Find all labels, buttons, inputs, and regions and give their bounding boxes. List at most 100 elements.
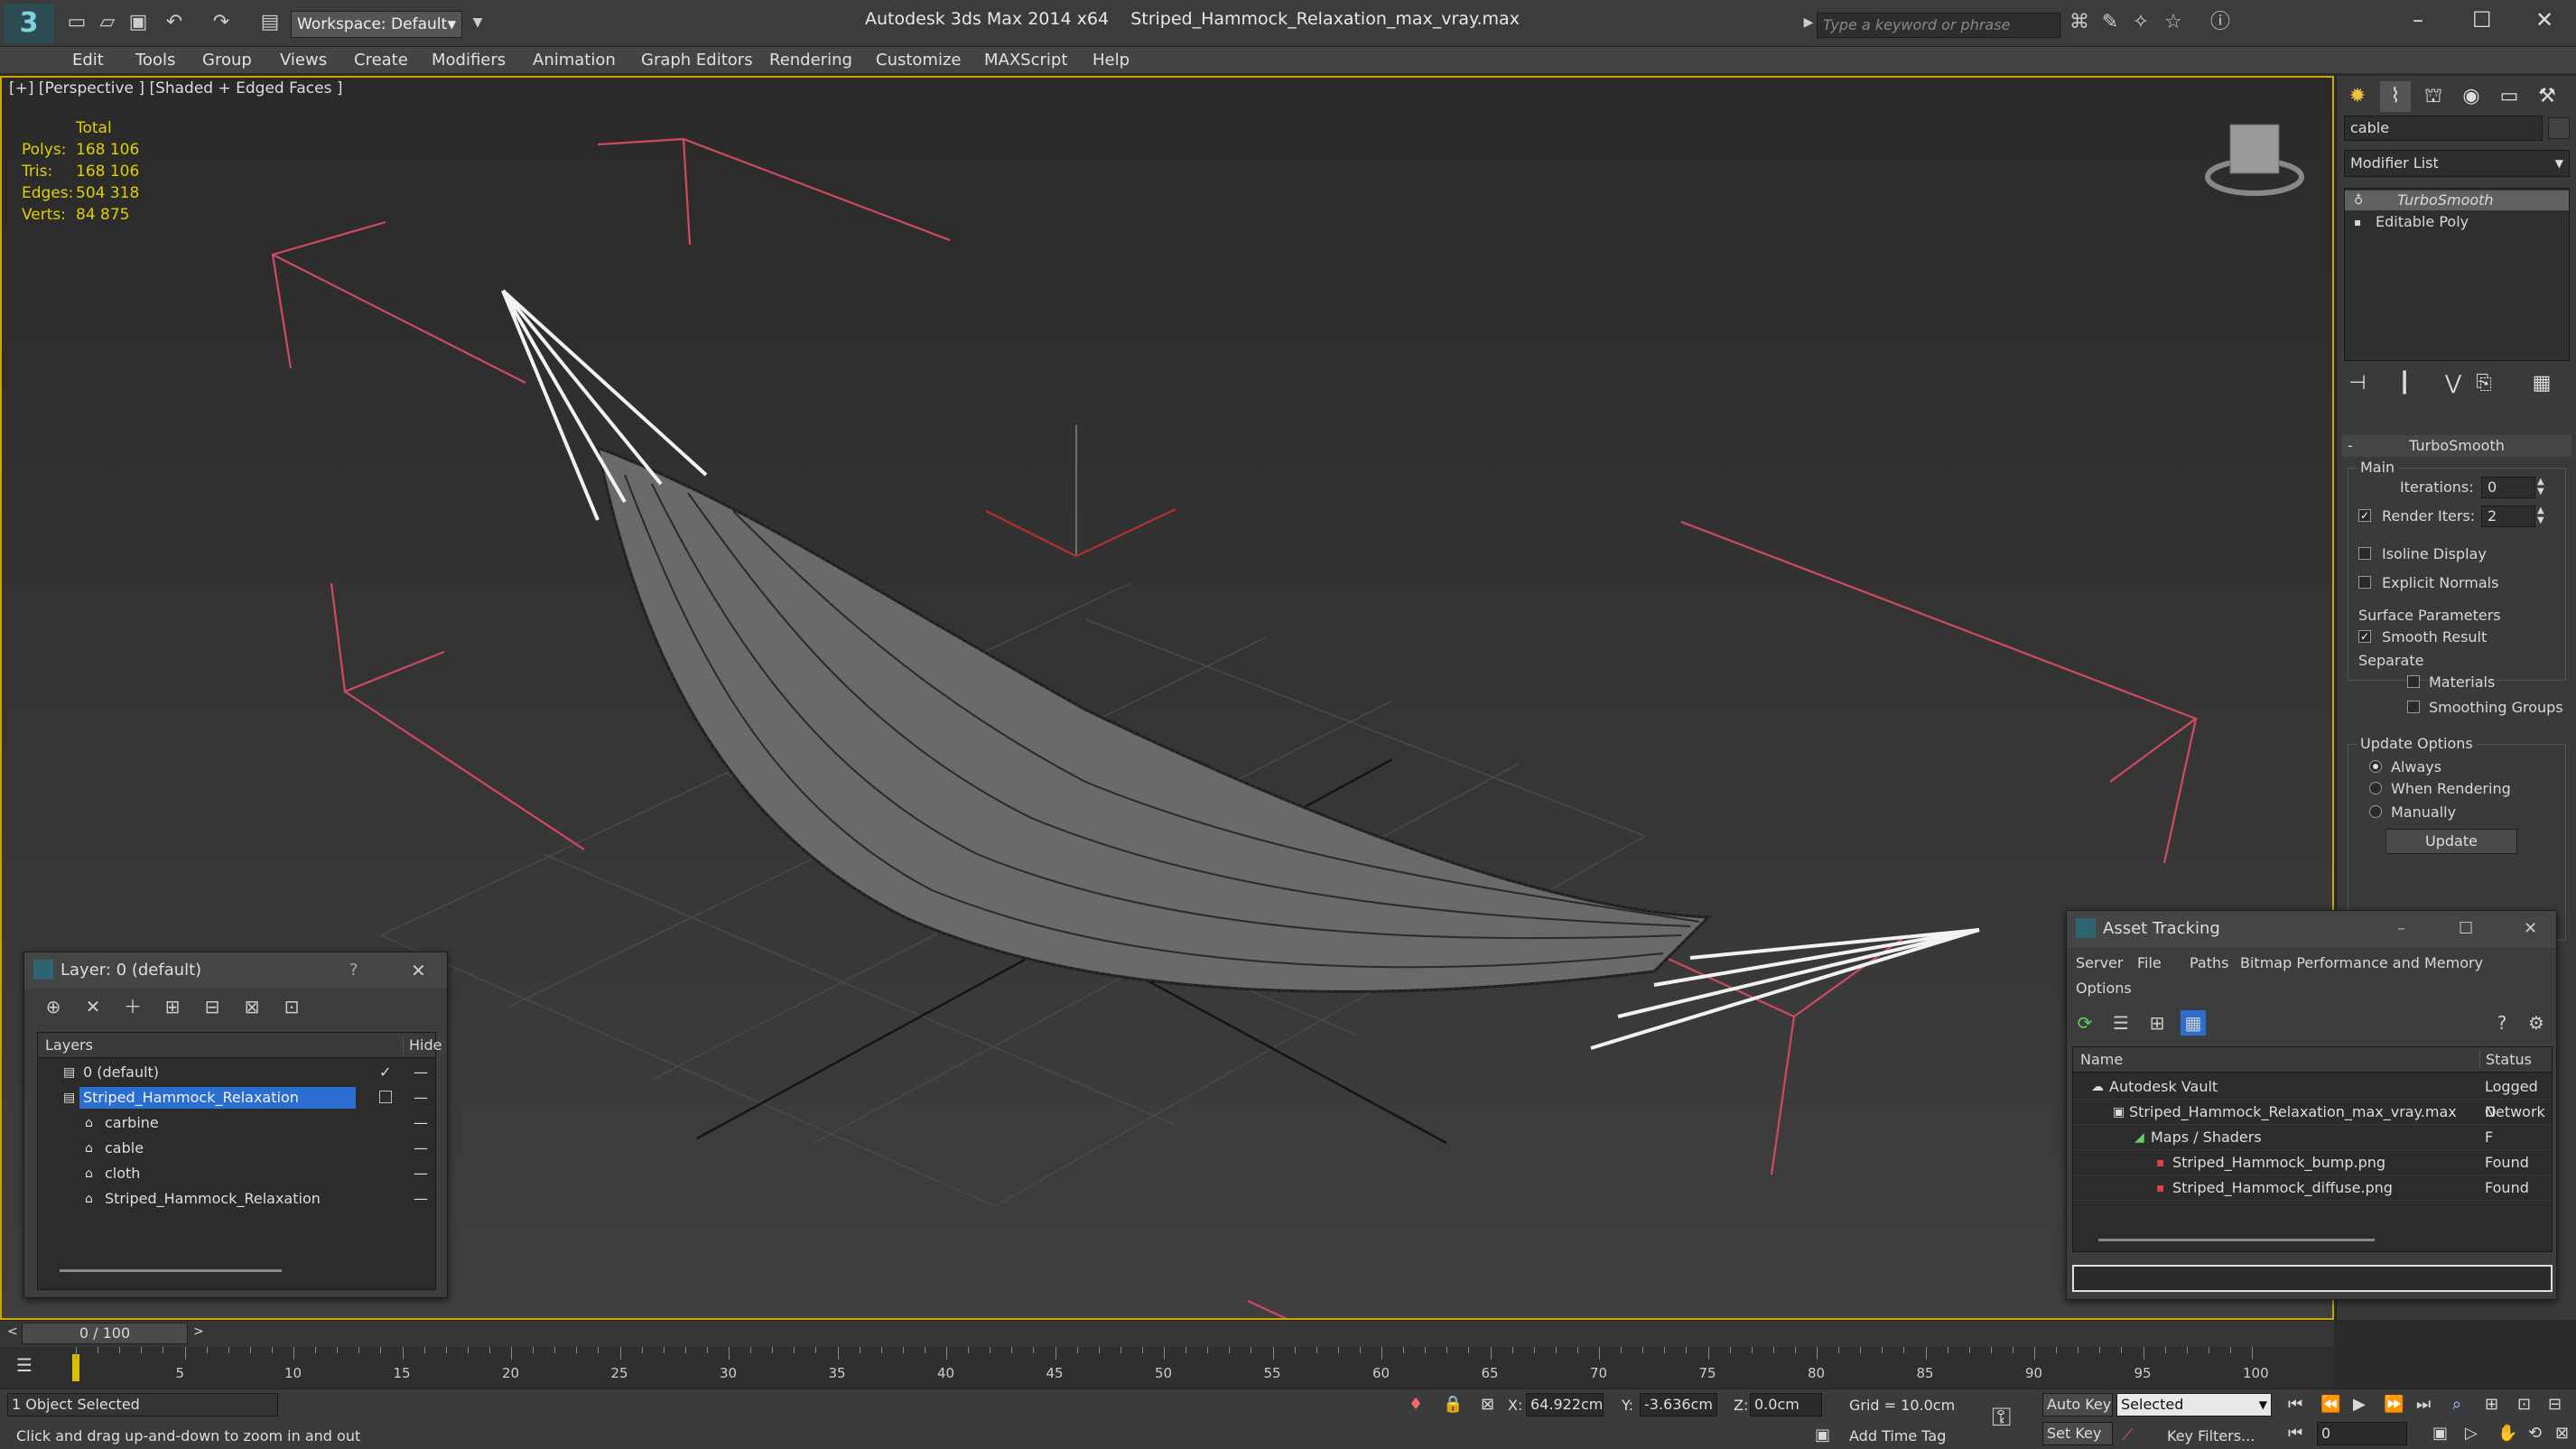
next-frame-button-icon[interactable]: ⏩ xyxy=(2384,1395,2404,1414)
utilities-tab-icon[interactable]: ⚒ xyxy=(2532,81,2562,112)
key-mode-dropdown[interactable]: Selected ▼ xyxy=(2116,1393,2272,1416)
tree-view-icon[interactable]: ⊞ xyxy=(2144,1010,2170,1036)
menu-create[interactable]: Create xyxy=(354,51,408,70)
menu-help[interactable]: Help xyxy=(1093,51,1130,70)
asset-menu-bitmap[interactable]: Bitmap Performance and Memory xyxy=(2240,954,2483,971)
hide-toggle-icon[interactable]: — xyxy=(414,1085,428,1110)
time-tag-icon[interactable]: ▣ xyxy=(1815,1426,1830,1444)
expand-icon[interactable]: ▪ xyxy=(2354,212,2361,232)
spinner-arrows-icon[interactable]: ▲ ▼ xyxy=(2537,506,2544,525)
always-radio[interactable] xyxy=(2369,760,2382,773)
smooth-result-checkbox[interactable]: ✓ xyxy=(2358,630,2371,643)
x-coordinate-field[interactable]: 64.922cm xyxy=(1526,1393,1604,1416)
menu-modifiers[interactable]: Modifiers xyxy=(432,51,506,70)
y-coordinate-field[interactable]: -3.636cm xyxy=(1640,1393,1717,1416)
render-iters-spinner[interactable]: 2 xyxy=(2481,506,2535,527)
minimize-icon[interactable]: – xyxy=(2413,7,2423,33)
hide-column-header[interactable]: Hide xyxy=(403,1036,442,1054)
asset-row[interactable]: ▪ Striped_Hammock_bump.png Found xyxy=(2073,1150,2552,1175)
hide-toggle-icon[interactable]: — xyxy=(414,1060,428,1085)
layer-new-icon[interactable]: ⊕ xyxy=(41,994,66,1019)
smoothing-groups-checkbox[interactable] xyxy=(2407,701,2420,713)
layer-freeze-all-icon[interactable]: ⊡ xyxy=(279,994,304,1019)
hide-toggle-icon[interactable]: — xyxy=(414,1161,428,1186)
play-icon[interactable]: ▶ xyxy=(2353,1395,2366,1414)
key-mode-toggle-icon[interactable]: ⏮ xyxy=(2288,1424,2302,1443)
time-config-icon[interactable]: ▣ xyxy=(2432,1424,2448,1443)
asset-path-field[interactable] xyxy=(2072,1265,2553,1292)
refresh-icon[interactable]: ⟳ xyxy=(2072,1010,2097,1036)
lightbulb-icon[interactable]: ♁ xyxy=(2354,190,2363,210)
help-icon[interactable]: ? xyxy=(349,952,358,989)
new-file-icon[interactable]: ▭ xyxy=(65,11,88,34)
create-tab-icon[interactable]: ✹ xyxy=(2342,81,2373,112)
stack-item-editable-poly[interactable]: ▪ Editable Poly xyxy=(2345,212,2569,232)
motion-tab-icon[interactable]: ◉ xyxy=(2456,81,2487,112)
update-button[interactable]: Update xyxy=(2385,829,2517,854)
modify-tab-icon[interactable]: ⌇ xyxy=(2380,81,2411,112)
menu-views[interactable]: Views xyxy=(280,51,327,70)
close-icon[interactable]: ✕ xyxy=(2535,7,2553,33)
display-tab-icon[interactable]: ▭ xyxy=(2494,81,2525,112)
modifier-list-dropdown[interactable]: Modifier List ▼ xyxy=(2344,150,2570,177)
orbit-icon[interactable]: ⟲ xyxy=(2528,1424,2542,1443)
set-current-checkbox[interactable] xyxy=(379,1091,392,1103)
workspace-arrow-icon[interactable]: ▼ xyxy=(466,11,489,34)
object-color-swatch[interactable] xyxy=(2548,117,2570,139)
zoom-extents-icon[interactable]: ⊡ xyxy=(2517,1395,2531,1414)
asset-row[interactable]: ▪ Striped_Hammock_diffuse.png Found xyxy=(2073,1175,2552,1201)
layer-row-hammock[interactable]: ▤ Striped_Hammock_Relaxation — xyxy=(38,1085,435,1110)
stack-item-turbosmooth[interactable]: ♁ TurboSmooth xyxy=(2345,190,2569,210)
asset-menu-paths[interactable]: Paths xyxy=(2190,954,2228,971)
redo-icon[interactable]: ↷ xyxy=(209,11,233,34)
menu-customize[interactable]: Customize xyxy=(876,51,961,70)
save-icon[interactable]: ▣ xyxy=(126,11,150,34)
current-layer-check-icon[interactable]: ✓ xyxy=(379,1060,391,1085)
close-icon[interactable]: ✕ xyxy=(411,952,426,989)
render-iters-checkbox[interactable]: ✓ xyxy=(2358,509,2371,522)
time-slider-thumb[interactable]: 0 / 100 xyxy=(22,1323,188,1344)
close-icon[interactable]: ✕ xyxy=(2524,911,2537,947)
subscription-icon[interactable]: ✎ xyxy=(2098,11,2122,34)
asset-row[interactable]: ◢ Maps / Shaders xyxy=(2073,1125,2552,1150)
asset-settings-icon[interactable]: ⚙ xyxy=(2524,1010,2549,1036)
iterations-spinner[interactable]: 0 xyxy=(2481,477,2535,498)
hierarchy-tab-icon[interactable]: ⛫ xyxy=(2418,81,2449,112)
set-key-button[interactable]: Set Key xyxy=(2042,1422,2113,1445)
object-row-carbine[interactable]: ⌂ carbine — xyxy=(38,1110,435,1136)
menu-maxscript[interactable]: MAXScript xyxy=(984,51,1067,70)
asset-row[interactable]: ☁ Autodesk Vault Logged O xyxy=(2073,1074,2552,1120)
project-folder-icon[interactable]: ▤ xyxy=(258,11,282,34)
absolute-mode-icon[interactable]: ⊠ xyxy=(1481,1395,1494,1414)
layer-highlight-icon[interactable]: ⊟ xyxy=(200,994,225,1019)
materials-checkbox[interactable] xyxy=(2407,675,2420,688)
menu-group[interactable]: Group xyxy=(202,51,252,70)
time-slider[interactable]: < 0 / 100 > xyxy=(0,1320,2334,1347)
menu-graph-editors[interactable]: Graph Editors xyxy=(641,51,753,70)
layer-hide-all-icon[interactable]: ⊠ xyxy=(239,994,265,1019)
search-input[interactable]: Type a keyword or phrase xyxy=(1817,13,2060,38)
prev-frame-icon[interactable]: < xyxy=(7,1324,18,1339)
object-row-cloth[interactable]: ⌂ cloth — xyxy=(38,1161,435,1186)
show-end-result-icon[interactable]: ┃ xyxy=(2389,368,2420,399)
make-unique-icon[interactable]: ⋁ xyxy=(2438,368,2469,399)
list-view-icon[interactable]: ☰ xyxy=(2108,1010,2134,1036)
isolate-selection-icon[interactable]: ♦ xyxy=(1409,1395,1423,1414)
workspace-dropdown[interactable]: Workspace: Default ▼ xyxy=(291,11,462,38)
maximize-icon[interactable]: ☐ xyxy=(2459,911,2473,947)
set-keys-key-icon[interactable]: ⚿ xyxy=(1992,1402,2011,1433)
zoom-all-icon[interactable]: ⊞ xyxy=(2485,1395,2498,1414)
menu-rendering[interactable]: Rendering xyxy=(769,51,852,70)
menu-animation[interactable]: Animation xyxy=(533,51,616,70)
asset-help-icon[interactable]: ? xyxy=(2489,1010,2515,1036)
object-row-hammock[interactable]: ⌂ Striped_Hammock_Relaxation — xyxy=(38,1186,435,1212)
hide-toggle-icon[interactable]: — xyxy=(414,1110,428,1136)
current-frame-field[interactable]: 0 xyxy=(2317,1422,2407,1445)
asset-menu-options[interactable]: Options xyxy=(2076,980,2132,997)
layer-add-selected-icon[interactable]: ＋ xyxy=(120,994,145,1019)
field-of-view-icon[interactable]: ▷ xyxy=(2465,1424,2478,1443)
previous-frame-icon[interactable]: ⏪ xyxy=(2320,1395,2340,1414)
maximize-icon[interactable]: ☐ xyxy=(2472,7,2492,33)
menu-edit[interactable]: Edit xyxy=(72,51,104,70)
add-time-tag[interactable]: Add Time Tag xyxy=(1849,1427,1946,1444)
